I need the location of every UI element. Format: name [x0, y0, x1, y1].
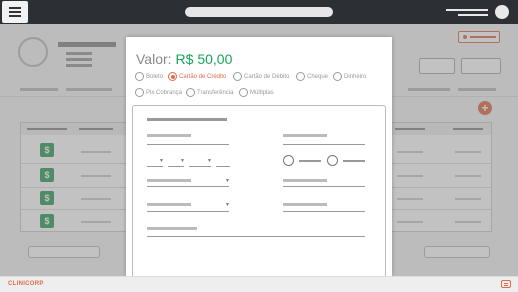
- select-field[interactable]: [147, 186, 229, 187]
- valor-display: Valor: R$ 50,00: [136, 51, 232, 67]
- field-label: [147, 203, 191, 206]
- radio-circle[interactable]: [239, 88, 248, 97]
- credit-card-form: ▼ ▼ ▼ ▼ ▼: [132, 105, 386, 276]
- top-bar: [0, 0, 518, 24]
- valor-amount: R$ 50,00: [175, 51, 233, 67]
- radio-label: Cheque: [307, 73, 329, 80]
- radio-label: Múltiplas: [250, 89, 274, 96]
- text-field[interactable]: [283, 186, 365, 187]
- user-avatar[interactable]: [495, 5, 509, 19]
- field-label: [283, 134, 327, 137]
- brand-logo: CLINICORP: [8, 281, 44, 287]
- user-role-placeholder: [458, 14, 488, 16]
- field-label: [283, 203, 327, 206]
- date-field-day[interactable]: [147, 166, 163, 167]
- select-field[interactable]: [147, 211, 229, 212]
- radio-label: Cartão de Crédito: [179, 73, 227, 80]
- option-radio[interactable]: [327, 155, 338, 166]
- radio-cartao-credito[interactable]: Cartão de Crédito: [168, 72, 226, 81]
- chevron-down-icon: ▼: [225, 178, 230, 184]
- chevron-down-icon: ▼: [180, 158, 185, 164]
- date-field-year[interactable]: [189, 166, 211, 167]
- chevron-down-icon: ▼: [207, 158, 212, 164]
- field-label: [147, 134, 191, 137]
- field-label: [283, 179, 327, 182]
- user-name-placeholder: [446, 9, 488, 11]
- option-label: [299, 160, 321, 162]
- valor-label: Valor:: [136, 51, 172, 67]
- chevron-down-icon: ▼: [159, 158, 164, 164]
- radio-circle[interactable]: [186, 88, 195, 97]
- radio-circle[interactable]: [233, 72, 242, 81]
- text-field[interactable]: [283, 211, 365, 212]
- date-field-month[interactable]: [168, 166, 184, 167]
- chevron-down-icon: ▼: [225, 202, 230, 208]
- radio-circle[interactable]: [135, 72, 144, 81]
- text-field[interactable]: [283, 144, 365, 145]
- radio-circle-selected[interactable]: [168, 72, 177, 81]
- radio-multiplas[interactable]: Múltiplas: [239, 88, 274, 97]
- text-field-wide[interactable]: [147, 236, 365, 237]
- radio-label: Boleto: [146, 73, 164, 80]
- field-label: [147, 227, 197, 230]
- option-label: [343, 160, 365, 162]
- field-label: [147, 179, 191, 182]
- hamburger-menu-icon[interactable]: [2, 1, 28, 23]
- search-bar[interactable]: [185, 7, 333, 17]
- radio-transferencia[interactable]: Transferência: [186, 88, 233, 97]
- radio-label: Cartão de Débito: [244, 73, 290, 80]
- footer-bar: CLINICORP: [0, 276, 518, 292]
- radio-label: Dinheiro: [344, 73, 367, 80]
- radio-circle[interactable]: [135, 88, 144, 97]
- radio-boleto[interactable]: Boleto: [135, 72, 163, 81]
- radio-circle[interactable]: [333, 72, 342, 81]
- radio-label: Transferência: [197, 89, 234, 96]
- radio-circle[interactable]: [296, 72, 305, 81]
- option-radio[interactable]: [283, 155, 294, 166]
- radio-cheque[interactable]: Cheque: [296, 72, 328, 81]
- radio-label: Pix Cobrança: [146, 89, 183, 96]
- radio-pix-cobranca[interactable]: Pix Cobrança: [135, 88, 182, 97]
- radio-dinheiro[interactable]: Dinheiro: [333, 72, 366, 81]
- radio-cartao-debito[interactable]: Cartão de Débito: [233, 72, 289, 81]
- payment-modal: Valor: R$ 50,00 Boleto Cartão de Crédito …: [126, 37, 392, 276]
- date-field-extra[interactable]: [216, 166, 230, 167]
- text-field[interactable]: [147, 144, 229, 145]
- chat-icon[interactable]: [501, 280, 511, 288]
- form-section-title: [147, 118, 227, 121]
